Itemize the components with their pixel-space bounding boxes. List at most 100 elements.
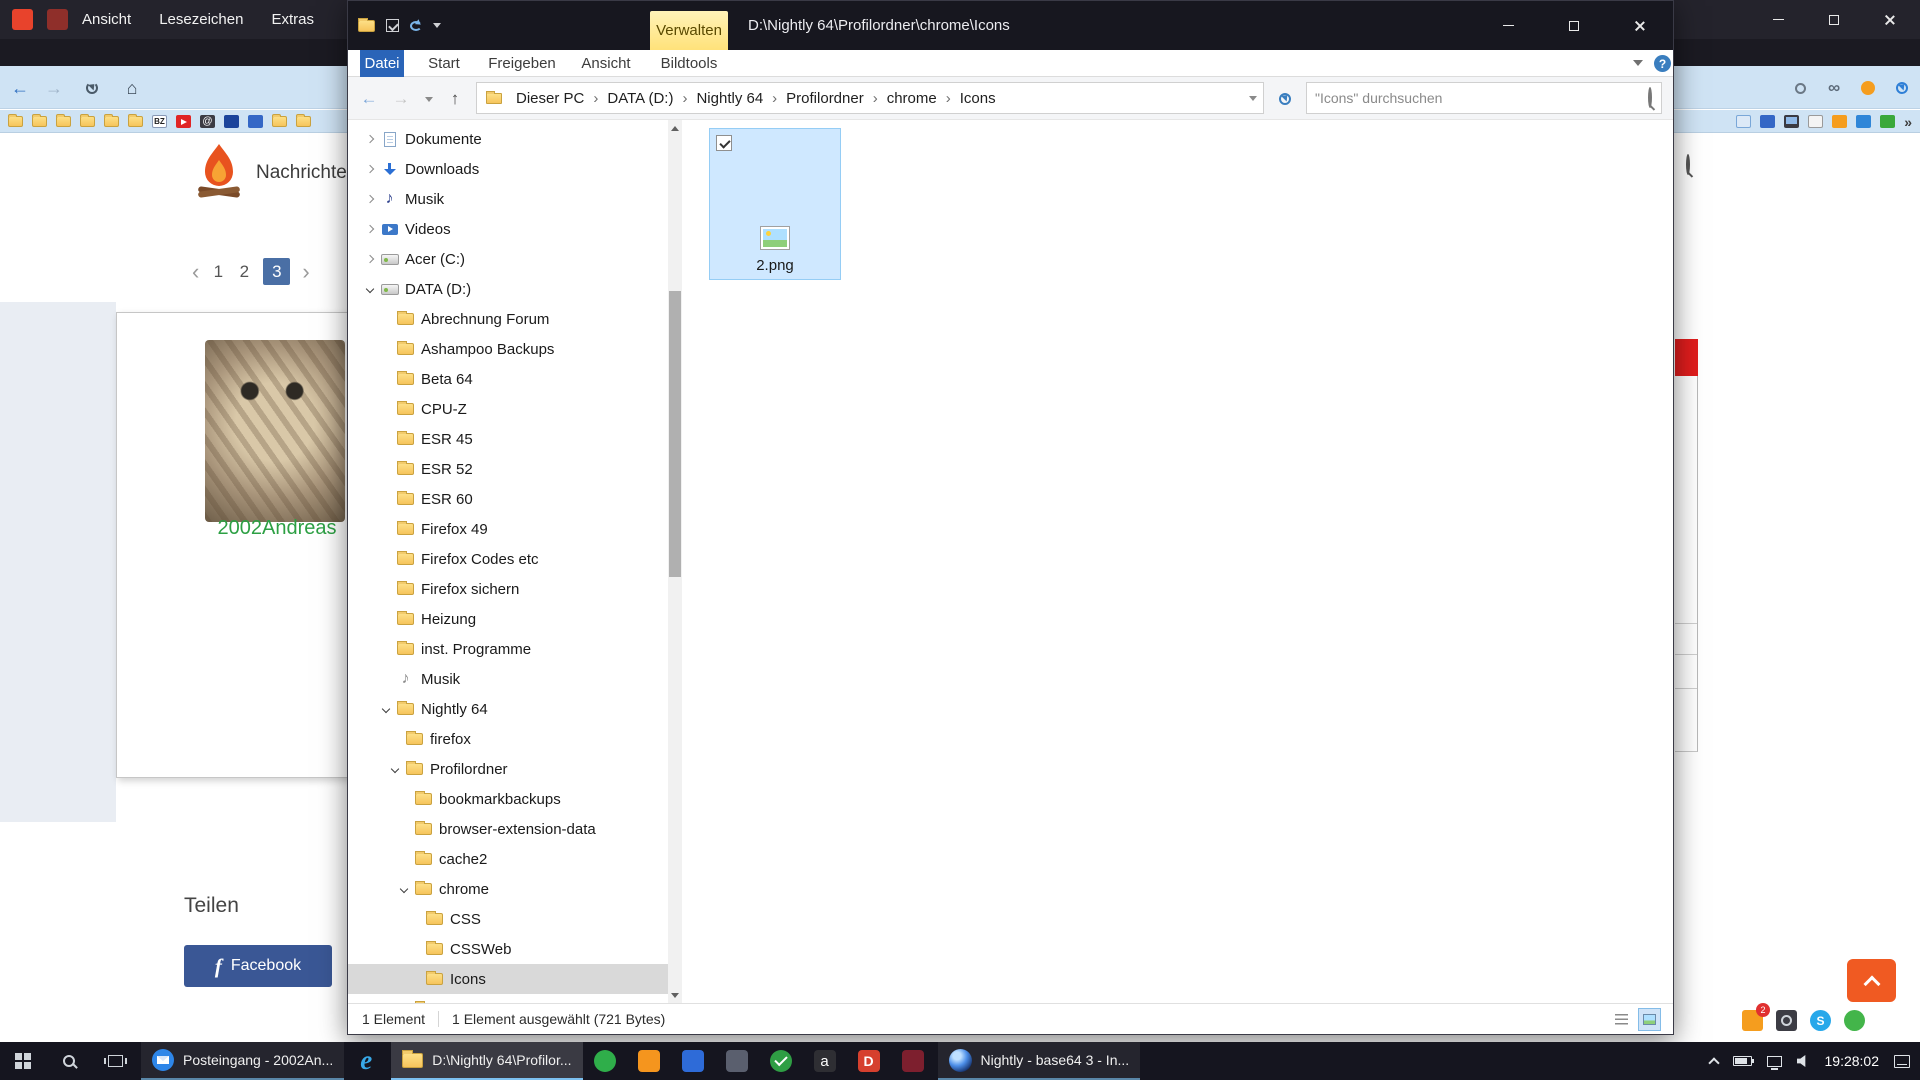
folder-bookmark-icon[interactable] (56, 116, 71, 127)
explorer-minimize-button[interactable] (1475, 1, 1541, 50)
tree-item-beta-64[interactable]: Beta 64 (348, 364, 668, 394)
menu-extras[interactable]: Extras (257, 0, 328, 39)
explorer-app-icon[interactable] (358, 20, 375, 32)
folder-bookmark-icon[interactable] (296, 116, 311, 127)
pagination-next-icon[interactable]: › (302, 259, 309, 285)
tab-ansicht[interactable]: Ansicht (574, 50, 638, 77)
pagination-page-2[interactable]: 2 (237, 262, 251, 282)
taskbar-blue-app-button[interactable] (671, 1042, 715, 1080)
tree-item-firefox-sichern[interactable]: Firefox sichern (348, 574, 668, 604)
address-dropdown-chevron-icon[interactable] (1249, 96, 1257, 101)
explorer-maximize-button[interactable] (1541, 1, 1607, 50)
orange-bookmark-icon[interactable] (1832, 115, 1847, 128)
calc-bookmark-icon[interactable] (1808, 115, 1823, 128)
scrollbar-down-arrow-icon[interactable] (668, 987, 682, 1003)
breadcrumb-item[interactable]: Profilordner (779, 90, 871, 107)
gmx-bookmark-icon[interactable] (224, 115, 239, 128)
nav-forward-button[interactable]: → (388, 86, 414, 112)
breadcrumb-item[interactable]: Nightly 64 (689, 90, 770, 107)
tree-item-data-d[interactable]: DATA (D:) (348, 274, 668, 304)
menu-lesezeichen[interactable]: Lesezeichen (145, 0, 257, 39)
tree-item-chrome[interactable]: chrome (348, 874, 668, 904)
breadcrumb-item[interactable]: Dieser PC (509, 90, 591, 107)
tree-item-esr-60[interactable]: ESR 60 (348, 484, 668, 514)
tree-item-cssweb[interactable]: CSSWeb (348, 934, 668, 964)
campfire-logo[interactable] (196, 142, 242, 200)
facebook-share-button[interactable]: Facebook (184, 945, 332, 987)
tree-item-downloads[interactable]: Downloads (348, 154, 668, 184)
page-search-icon[interactable] (1686, 156, 1690, 174)
folder-bookmark-icon[interactable] (32, 116, 47, 127)
taskbar-green-app-button[interactable] (583, 1042, 627, 1080)
orange-extension-icon[interactable] (1856, 76, 1880, 100)
folder-bookmark-icon[interactable] (104, 116, 119, 127)
tree-item-cpu-z[interactable]: CPU-Z (348, 394, 668, 424)
breadcrumb-chevron-icon[interactable]: › (944, 90, 953, 107)
infinity-extension-icon[interactable]: ∞ (1822, 76, 1846, 100)
pagination-page-1[interactable]: 1 (211, 262, 225, 282)
taskbar-nightly-window-button[interactable]: Nightly - base64 3 - In... (938, 1042, 1141, 1080)
firefox-minimize-button[interactable] (1750, 0, 1806, 39)
action-center-icon[interactable] (1894, 1055, 1910, 1068)
collapse-chevron-icon[interactable] (362, 286, 378, 292)
orange-tray-icon[interactable]: 2 (1742, 1010, 1763, 1031)
tree-item-heizung[interactable]: Heizung (348, 604, 668, 634)
breadcrumb-item[interactable]: DATA (D:) (600, 90, 680, 107)
tree-item-browser-extension-data[interactable]: browser-extension-data (348, 814, 668, 844)
grid-bookmark-icon[interactable] (1736, 115, 1751, 128)
back-button[interactable]: ← (6, 74, 34, 102)
tree-item-bookmarkbackups[interactable]: bookmarkbackups (348, 784, 668, 814)
contextual-tab-verwalten[interactable]: Verwalten (650, 11, 728, 50)
folder-bookmark-icon[interactable] (272, 116, 287, 127)
blue-bookmark-icon[interactable] (248, 115, 263, 128)
tv-bookmark-icon[interactable] (1784, 115, 1799, 128)
tree-item-cache2[interactable]: cache2 (348, 844, 668, 874)
tree-item-firefox-codes-etc[interactable]: Firefox Codes etc (348, 544, 668, 574)
scroll-to-top-button[interactable] (1847, 959, 1896, 1002)
explorer-close-button[interactable] (1607, 1, 1673, 50)
search-icon[interactable] (1648, 89, 1652, 107)
tree-item-css[interactable]: CSS (348, 904, 668, 934)
taskbar-search-button[interactable] (46, 1042, 92, 1080)
tree-item-nightly-64[interactable]: Nightly 64 (348, 694, 668, 724)
scrollbar-up-arrow-icon[interactable] (668, 120, 682, 136)
tree-item-acer-c[interactable]: Acer (C:) (348, 244, 668, 274)
taskbar-maroon-app-button[interactable] (891, 1042, 935, 1080)
youtube-bookmark-icon[interactable] (176, 115, 191, 128)
properties-icon[interactable] (386, 19, 399, 32)
pagination-prev-icon[interactable]: ‹ (192, 259, 199, 285)
tree-item-musik[interactable]: Musik (348, 184, 668, 214)
webcam-tray-icon[interactable] (1776, 1010, 1797, 1031)
taskbar-orange-app-button[interactable] (627, 1042, 671, 1080)
tree-item-dokumente[interactable]: Dokumente (348, 124, 668, 154)
link-extension-icon[interactable] (1788, 76, 1812, 100)
tree-item-musik[interactable]: Musik (348, 664, 668, 694)
scrollbar-thumb[interactable] (669, 291, 681, 577)
taskbar-a-app-button[interactable] (803, 1042, 847, 1080)
home-button[interactable]: ⌂ (118, 74, 146, 102)
ribbon-collapse-chevron-icon[interactable] (1633, 60, 1643, 66)
taskbar-checkmark-app-button[interactable] (759, 1042, 803, 1080)
tab-bildtools[interactable]: Bildtools (659, 50, 719, 77)
breadcrumb-item[interactable]: Icons (953, 90, 1003, 107)
recent-locations-chevron-icon[interactable] (416, 86, 442, 112)
breadcrumb-chevron-icon[interactable]: › (591, 90, 600, 107)
forward-button[interactable]: → (40, 74, 68, 102)
skype-tray-icon[interactable] (1810, 1010, 1831, 1031)
help-button[interactable] (1654, 55, 1671, 72)
expand-chevron-icon[interactable] (362, 226, 378, 232)
breadcrumb-chevron-icon[interactable]: › (770, 90, 779, 107)
menu-ansicht[interactable]: Ansicht (68, 0, 145, 39)
file-item-2png[interactable]: 2.png (709, 128, 841, 280)
blue-bookmark-icon[interactable] (1760, 115, 1775, 128)
tree-item-firefox-49[interactable]: Firefox 49 (348, 514, 668, 544)
tray-overflow-chevron-icon[interactable] (1708, 1057, 1719, 1068)
collapse-chevron-icon[interactable] (396, 886, 412, 892)
taskbar-edge-button[interactable] (344, 1042, 388, 1080)
battery-icon[interactable] (1733, 1056, 1752, 1066)
breadcrumb-chevron-icon[interactable]: › (680, 90, 689, 107)
nav-up-button[interactable]: ↑ (442, 86, 468, 112)
menu-app-icon[interactable] (47, 9, 68, 30)
bookmarks-overflow-chevron[interactable]: » (1904, 114, 1912, 130)
tree-item-videos[interactable]: Videos (348, 214, 668, 244)
